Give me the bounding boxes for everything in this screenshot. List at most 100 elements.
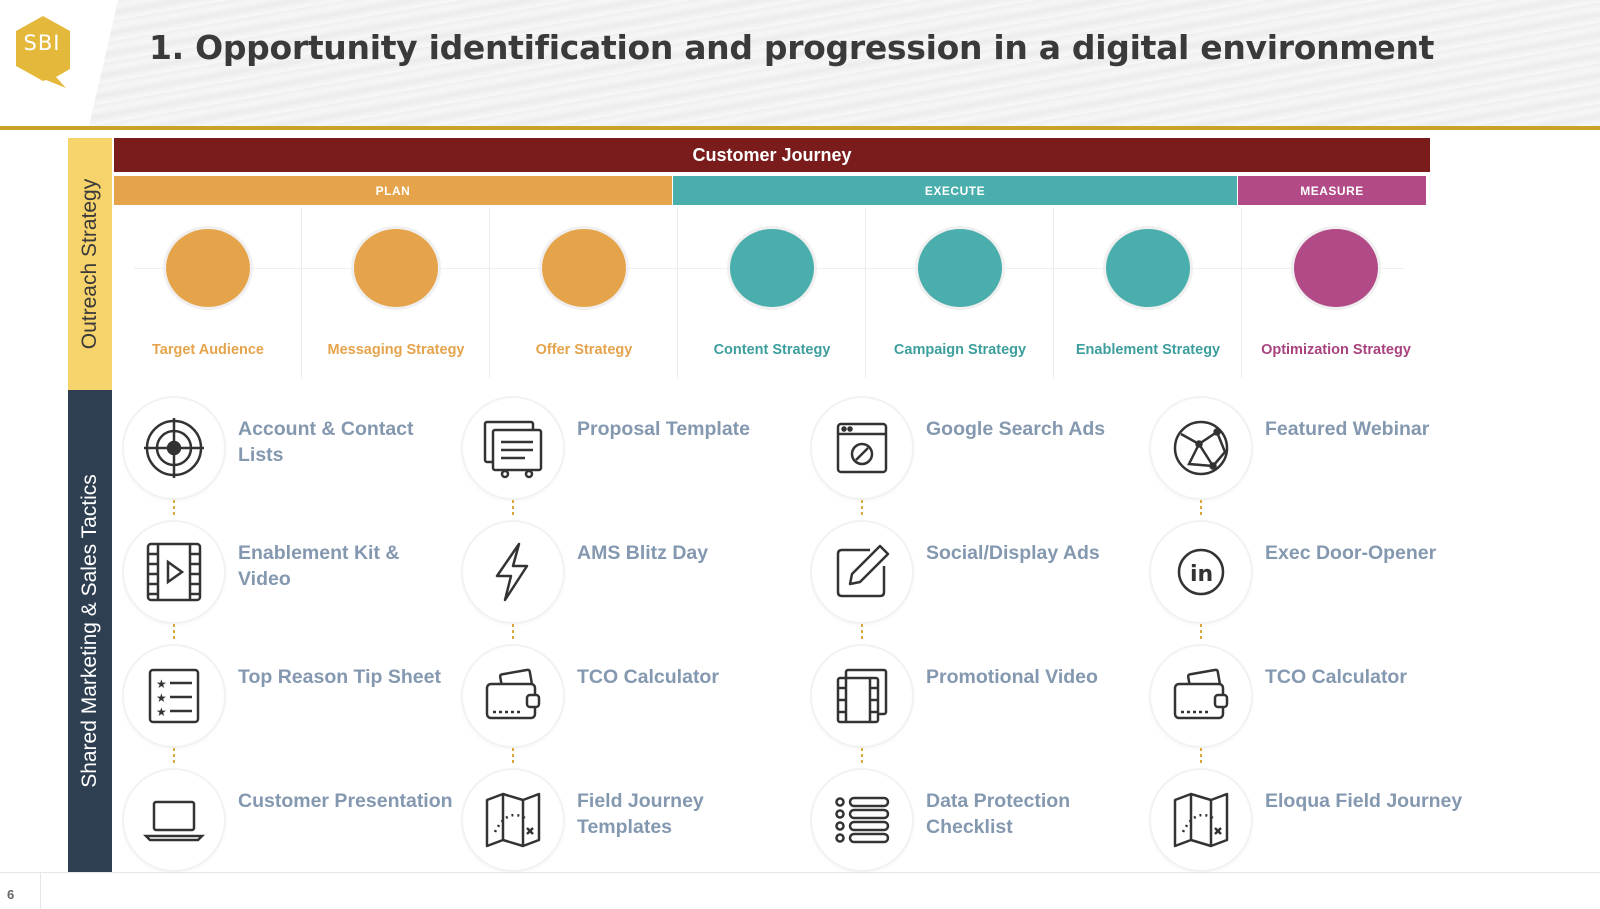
stage-circle	[918, 229, 1002, 307]
tactics-grid: Account & Contact Lists Enablement Kit &…	[114, 390, 1494, 872]
tactic-label: Eloqua Field Journey	[1265, 790, 1463, 812]
footer-divider	[0, 872, 1600, 873]
stage-label: Target Audience	[152, 342, 264, 359]
logo-text: SBI	[23, 31, 61, 55]
stage-optimization-strategy: Optimization Strategy	[1242, 208, 1430, 378]
map-icon	[1173, 792, 1229, 848]
sbi-logo: SBI	[14, 14, 72, 90]
tactics-label: Shared Marketing & Sales Tactics	[78, 474, 102, 788]
customer-journey-bar: Customer Journey	[114, 138, 1430, 172]
stage-circle	[354, 229, 438, 307]
lightning-icon	[495, 542, 529, 602]
svg-text:★: ★	[156, 677, 167, 691]
svg-text:★: ★	[156, 705, 167, 719]
tactic-icon-circle	[812, 398, 912, 498]
tactic-icon-circle	[1151, 770, 1251, 870]
tactic-icon-circle	[124, 770, 224, 870]
tactic-label: Data Protection Checklist	[926, 790, 1071, 838]
tactic-icon-circle	[124, 522, 224, 622]
svg-text:★: ★	[156, 691, 167, 705]
tactic-icon-circle	[463, 770, 563, 870]
stage-offer-strategy: Offer Strategy	[490, 208, 678, 378]
tactic-label: TCO Calculator	[577, 666, 719, 688]
wallet-icon	[1173, 668, 1229, 720]
tactic-label: Promotional Video	[926, 666, 1098, 688]
tactic-label: Proposal Template	[577, 418, 751, 440]
tactic-promotional-video[interactable]: Promotional Video	[802, 638, 1147, 766]
stage-label: Optimization Strategy	[1261, 342, 1411, 359]
linkedin-icon: in	[1177, 548, 1225, 596]
phase-measure: MEASURE	[1238, 176, 1426, 205]
tactic-enablement-kit-video[interactable]: Enablement Kit & Video	[114, 514, 459, 642]
tactic-icon-circle	[812, 770, 912, 870]
tactic-icon-circle	[812, 646, 912, 746]
tactic-eloqua-field-journey[interactable]: Eloqua Field Journey	[1141, 762, 1486, 888]
stage-label: Content Strategy	[713, 342, 831, 359]
stage-label: Campaign Strategy	[893, 342, 1027, 359]
tactic-label: Customer Presentation	[238, 790, 453, 812]
stage-circle	[730, 229, 814, 307]
tactic-exec-door-opener[interactable]: in Exec Door-Opener	[1141, 514, 1486, 642]
tactic-label: AMS Blitz Day	[577, 542, 709, 564]
tactics-band: Shared Marketing & Sales Tactics	[68, 390, 112, 872]
stage-circle	[166, 229, 250, 307]
stage-label: Offer Strategy	[535, 342, 633, 359]
tactics-column-4: Featured Webinar in Exec Door-Opener TCO…	[1141, 390, 1486, 872]
svg-text:in: in	[1190, 562, 1213, 587]
stage-messaging-strategy: Messaging Strategy	[302, 208, 490, 378]
outreach-strategy-band: Outreach Strategy	[68, 138, 112, 390]
tactic-icon-circle	[463, 522, 563, 622]
tactic-label: Enablement Kit & Video	[238, 542, 400, 590]
footer-page-divider	[40, 872, 41, 909]
tactic-featured-webinar[interactable]: Featured Webinar	[1141, 390, 1486, 518]
wallet-icon	[485, 668, 541, 720]
page-title: 1. Opportunity identification and progre…	[149, 28, 1435, 67]
tactics-column-2: Proposal Template AMS Blitz Day TCO Calc…	[453, 390, 798, 872]
stage-circle	[1106, 229, 1190, 307]
tactics-column-3: Google Search Ads Social/Display Ads Pro…	[802, 390, 1147, 872]
page-number: 6	[7, 887, 15, 902]
stage-target-audience: Target Audience	[114, 208, 302, 378]
stage-circle	[542, 229, 626, 307]
map-icon	[485, 792, 541, 848]
tactic-tco-calculator-2[interactable]: TCO Calculator	[1141, 638, 1486, 766]
star-checklist-icon: ★ ★ ★	[148, 668, 200, 724]
strategy-stages: Target Audience Messaging Strategy Offer…	[114, 208, 1430, 378]
browser-ad-icon	[836, 422, 888, 474]
outreach-strategy-label: Outreach Strategy	[78, 178, 102, 350]
header-divider	[0, 126, 1600, 130]
tactic-field-journey-templates[interactable]: Field Journey Templates	[453, 762, 798, 888]
tactic-label: Exec Door-Opener	[1265, 542, 1437, 564]
list-icon	[835, 796, 890, 844]
stage-content-strategy: Content Strategy	[678, 208, 866, 378]
tactic-label: Featured Webinar	[1265, 418, 1430, 440]
video-film-icon	[146, 542, 202, 602]
slide-header: SBI 1. Opportunity identification and pr…	[0, 0, 1600, 128]
tactic-social-display-ads[interactable]: Social/Display Ads	[802, 514, 1147, 642]
tactics-column-1: Account & Contact Lists Enablement Kit &…	[114, 390, 459, 872]
tactic-proposal-template[interactable]: Proposal Template	[453, 390, 798, 518]
tactic-account-contact-lists[interactable]: Account & Contact Lists	[114, 390, 459, 518]
tactic-label: Top Reason Tip Sheet	[238, 666, 441, 688]
target-icon	[144, 418, 204, 478]
tactic-icon-circle	[1151, 646, 1251, 746]
tactic-label: Social/Display Ads	[926, 542, 1100, 564]
tactic-label: Field Journey Templates	[577, 790, 704, 838]
tactic-icon-circle: ★ ★ ★	[124, 646, 224, 746]
tactic-data-protection-checklist[interactable]: Data Protection Checklist	[802, 762, 1147, 888]
tactic-customer-presentation[interactable]: Customer Presentation	[114, 762, 459, 888]
tactic-label: TCO Calculator	[1265, 666, 1407, 688]
tactic-icon-circle	[463, 646, 563, 746]
globe-network-icon	[1173, 420, 1229, 476]
tactic-top-reason-tip-sheet[interactable]: ★ ★ ★ Top Reason Tip Sheet	[114, 638, 459, 766]
tactic-icon-circle: in	[1151, 522, 1251, 622]
laptop-icon	[142, 800, 206, 842]
tactic-tco-calculator[interactable]: TCO Calculator	[453, 638, 798, 766]
tactic-ams-blitz-day[interactable]: AMS Blitz Day	[453, 514, 798, 642]
stage-campaign-strategy: Campaign Strategy	[866, 208, 1054, 378]
film-strip-icon	[836, 668, 888, 724]
tactic-google-search-ads[interactable]: Google Search Ads	[802, 390, 1147, 518]
tactic-icon-circle	[463, 398, 563, 498]
tactic-icon-circle	[124, 398, 224, 498]
edit-pencil-icon	[836, 544, 890, 598]
